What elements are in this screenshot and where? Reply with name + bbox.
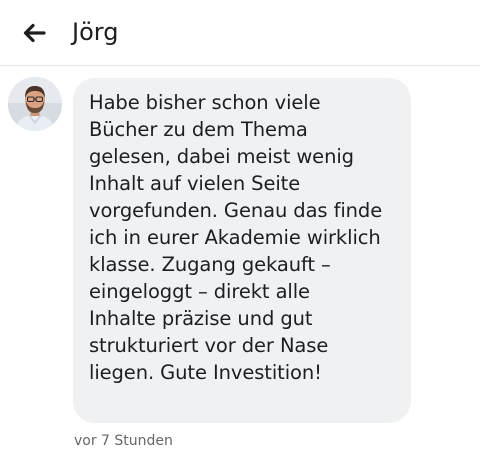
message-timestamp: vor 7 Stunden [74, 433, 173, 449]
message-text: Habe bisher schon viele Bücher zu dem Th… [89, 91, 383, 384]
back-button[interactable] [18, 17, 50, 49]
conversation-header: Jörg [0, 0, 480, 66]
avatar[interactable] [8, 77, 62, 131]
arrow-left-icon [23, 23, 46, 43]
contact-name[interactable]: Jörg [72, 17, 118, 47]
user-avatar [8, 77, 62, 131]
message-bubble[interactable]: Habe bisher schon viele Bücher zu dem Th… [73, 78, 411, 423]
